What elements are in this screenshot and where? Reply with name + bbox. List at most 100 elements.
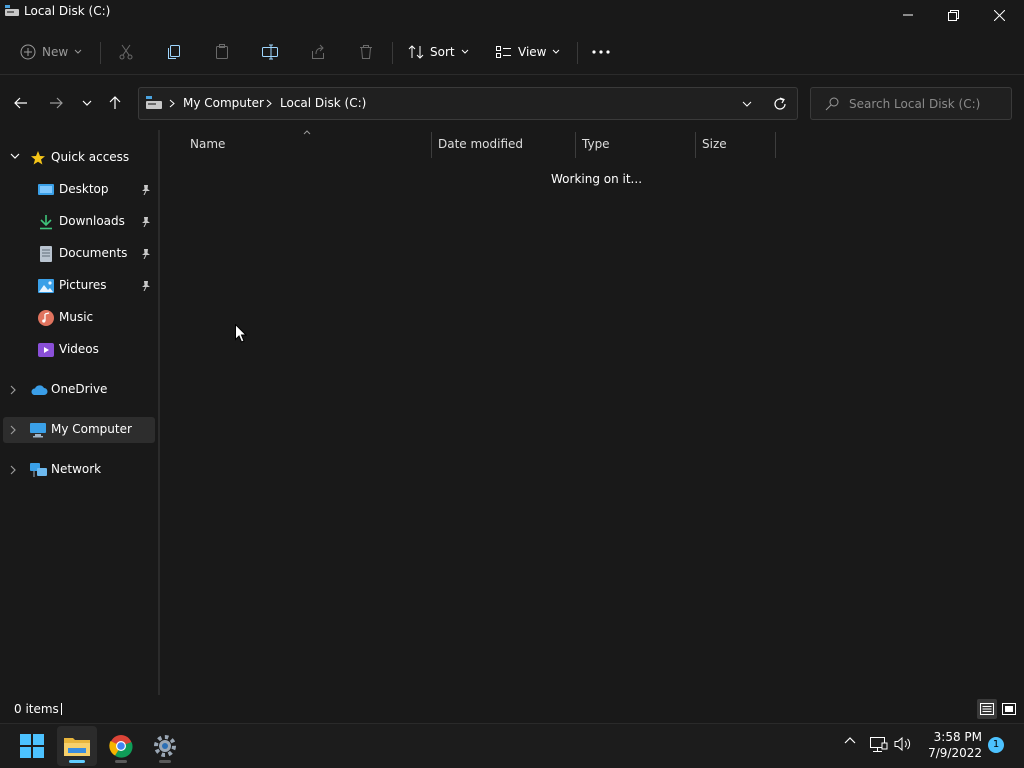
view-icon [496,46,511,58]
chevron-right-icon[interactable] [10,425,17,435]
start-button[interactable] [12,726,52,766]
address-history-button[interactable] [739,96,755,112]
chevron-down-icon[interactable] [10,153,20,160]
volume-icon[interactable] [894,736,912,752]
share-button[interactable] [310,38,326,66]
sidebar-item-pictures[interactable]: Pictures [3,273,155,299]
running-indicator [159,760,171,763]
sidebar-item-downloads[interactable]: Downloads [3,209,155,235]
loading-message: Working on it... [551,172,643,186]
details-view-button[interactable] [977,699,997,719]
delete-button[interactable] [358,38,374,66]
file-list[interactable]: Name Date modified Type Size Working on … [160,130,1024,695]
taskbar-settings[interactable] [145,726,185,766]
restore-button[interactable] [930,0,976,30]
network-status-icon[interactable] [870,737,888,753]
column-header-type[interactable]: Type [582,137,610,151]
desktop-icon [38,184,54,195]
mouse-cursor-icon [235,324,247,343]
view-button[interactable]: View [496,38,560,66]
close-button[interactable] [976,0,1022,30]
sidebar-item-label: Quick access [51,150,130,164]
chrome-icon [109,735,133,758]
copy-icon [168,45,180,59]
search-input[interactable] [849,94,1005,114]
more-options-button[interactable] [592,38,610,66]
cut-icon [119,44,133,60]
chevron-right-icon [266,99,272,108]
column-header-name[interactable]: Name [190,137,225,151]
paste-button[interactable] [214,38,230,66]
cut-button[interactable] [118,38,134,66]
taskbar-file-explorer[interactable] [57,726,97,766]
windows-logo-icon [20,734,44,758]
clock-date: 7/9/2022 [928,746,982,760]
sidebar-item-network[interactable]: Network [3,457,155,483]
pin-icon [142,281,150,291]
breadcrumb-my-computer[interactable]: My Computer [183,96,264,110]
refresh-button[interactable] [771,95,789,113]
command-bar: New Sort View [0,30,1024,74]
minimize-button[interactable] [885,0,931,30]
pin-icon [142,185,150,195]
breadcrumb-local-disk[interactable]: Local Disk (C:) [280,96,366,110]
trash-icon [360,45,372,59]
sort-button[interactable]: Sort [408,38,469,66]
sidebar-item-desktop[interactable]: Desktop [3,177,155,203]
recent-locations-button[interactable] [75,90,99,116]
sidebar-item-videos[interactable]: Videos [3,337,155,363]
search-icon [825,97,839,111]
sidebar-item-onedrive[interactable]: OneDrive [3,377,155,403]
copy-button[interactable] [166,38,182,66]
address-bar[interactable]: My Computer Local Disk (C:) [138,87,798,120]
taskbar-chrome[interactable] [101,726,141,766]
close-icon [993,9,1005,21]
chevron-up-icon[interactable] [844,736,856,744]
sort-ascending-icon [303,130,311,135]
new-button[interactable]: New [20,38,82,66]
system-clock[interactable]: 3:58 PM 7/9/2022 [918,729,982,761]
sidebar-item-quick-access[interactable]: Quick access [3,145,155,171]
music-icon [38,310,54,326]
running-indicator [115,760,127,763]
arrow-up-icon [109,96,121,109]
large-icons-view-button[interactable] [999,699,1019,719]
notification-badge[interactable]: 1 [988,737,1004,753]
new-label: New [42,45,69,59]
view-label: View [518,45,547,59]
sidebar-item-documents[interactable]: Documents [3,241,155,267]
clock-time: 3:58 PM [933,730,982,744]
chevron-right-icon[interactable] [10,465,17,475]
rename-icon [262,44,278,60]
pin-icon [142,217,150,227]
pictures-icon [38,279,54,293]
arrow-right-icon [50,97,63,109]
sidebar-item-my-computer[interactable]: My Computer [3,417,155,443]
column-divider[interactable] [431,132,432,158]
sidebar-item-music[interactable]: Music [3,305,155,331]
back-button[interactable] [9,90,33,116]
chevron-down-icon [74,49,82,54]
up-button[interactable] [103,90,127,116]
chevron-down-icon [742,101,752,107]
column-divider[interactable] [575,132,576,158]
separator [577,42,578,64]
plus-circle-icon [20,44,36,60]
sidebar-item-label: Documents [59,246,128,260]
status-bar: 0 items [0,695,1024,723]
sidebar-item-label: Desktop [59,182,109,196]
sidebar-item-label: My Computer [51,422,132,436]
videos-icon [38,343,54,357]
column-divider[interactable] [775,132,776,158]
chevron-right-icon[interactable] [10,385,17,395]
rename-button[interactable] [262,38,280,66]
column-header-date-modified[interactable]: Date modified [438,137,523,151]
column-divider[interactable] [695,132,696,158]
chevron-down-icon [553,49,560,54]
search-box[interactable] [810,87,1012,120]
forward-button[interactable] [44,90,68,116]
large-icons-view-icon [1002,703,1016,715]
status-separator [61,703,62,715]
chevron-down-icon [461,49,468,54]
column-header-size[interactable]: Size [702,137,727,151]
